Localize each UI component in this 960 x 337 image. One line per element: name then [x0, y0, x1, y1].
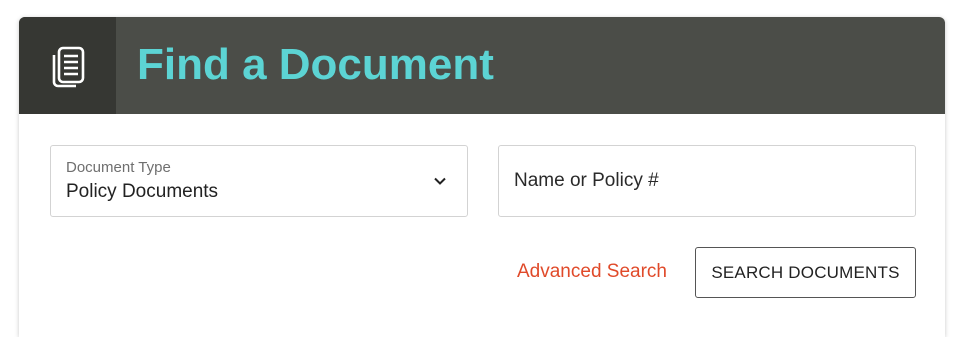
card-header: Find a Document: [19, 17, 945, 114]
document-icon: [52, 46, 84, 87]
find-document-card: Find a Document Document Type Policy Doc…: [19, 17, 945, 337]
title-prefix: Find a: [137, 40, 279, 89]
document-type-select[interactable]: Document Type Policy Documents: [50, 145, 468, 217]
chevron-down-icon: [434, 177, 446, 185]
page-title: Find a Document: [137, 39, 494, 91]
title-emphasis: Document: [278, 40, 494, 89]
advanced-search-link[interactable]: Advanced Search: [517, 261, 667, 283]
document-type-value: Policy Documents: [66, 181, 219, 202]
document-type-label: Document Type: [66, 159, 171, 176]
name-or-policy-input[interactable]: [498, 145, 916, 217]
header-icon-box: [19, 17, 116, 114]
search-documents-button[interactable]: SEARCH DOCUMENTS: [695, 247, 916, 298]
